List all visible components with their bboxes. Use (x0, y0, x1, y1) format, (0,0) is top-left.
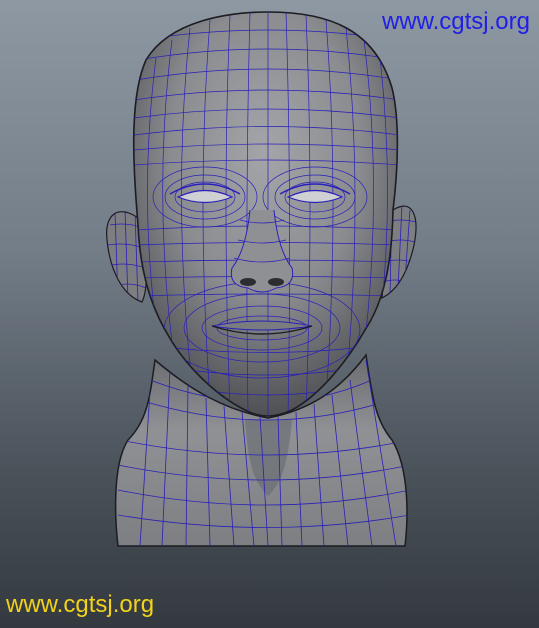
head-model-render (106, 11, 417, 547)
head-mesh (132, 11, 399, 417)
watermark-top-right: www.cgtsj.org (381, 8, 530, 35)
watermark-bottom-left: www.cgtsj.org (6, 591, 155, 618)
3d-viewport[interactable] (0, 0, 539, 628)
